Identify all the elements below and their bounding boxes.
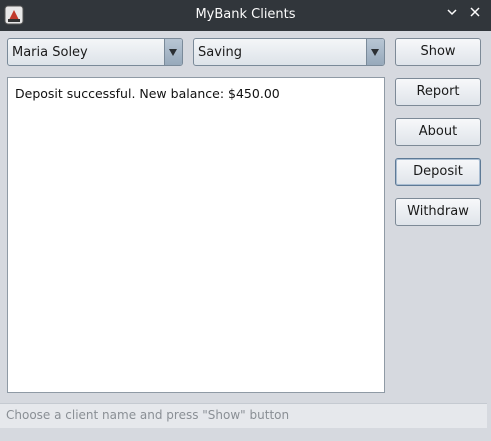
output-text-area[interactable]: Deposit successful. New balance: $450.00 bbox=[7, 77, 385, 393]
close-icon[interactable] bbox=[466, 6, 484, 24]
chevron-down-icon[interactable] bbox=[366, 39, 384, 65]
client-select[interactable]: Maria Soley bbox=[7, 38, 183, 66]
withdraw-button[interactable]: Withdraw bbox=[395, 198, 481, 226]
report-button[interactable]: Report bbox=[395, 78, 481, 106]
show-button[interactable]: Show bbox=[395, 38, 481, 66]
title-bar[interactable]: MyBank Clients bbox=[0, 0, 491, 31]
client-select-value: Maria Soley bbox=[12, 45, 88, 60]
account-type-select-value: Saving bbox=[198, 45, 243, 60]
chevron-down-icon[interactable] bbox=[164, 39, 182, 65]
status-bar: Choose a client name and press "Show" bu… bbox=[0, 403, 487, 428]
account-type-select[interactable]: Saving bbox=[193, 38, 385, 66]
deposit-button[interactable]: Deposit bbox=[395, 158, 481, 186]
output-message: Deposit successful. New balance: $450.00 bbox=[15, 86, 280, 101]
window-title: MyBank Clients bbox=[195, 7, 296, 22]
minimize-icon[interactable] bbox=[443, 6, 461, 24]
status-message: Choose a client name and press "Show" bu… bbox=[6, 408, 290, 422]
about-button[interactable]: About bbox=[395, 118, 481, 146]
